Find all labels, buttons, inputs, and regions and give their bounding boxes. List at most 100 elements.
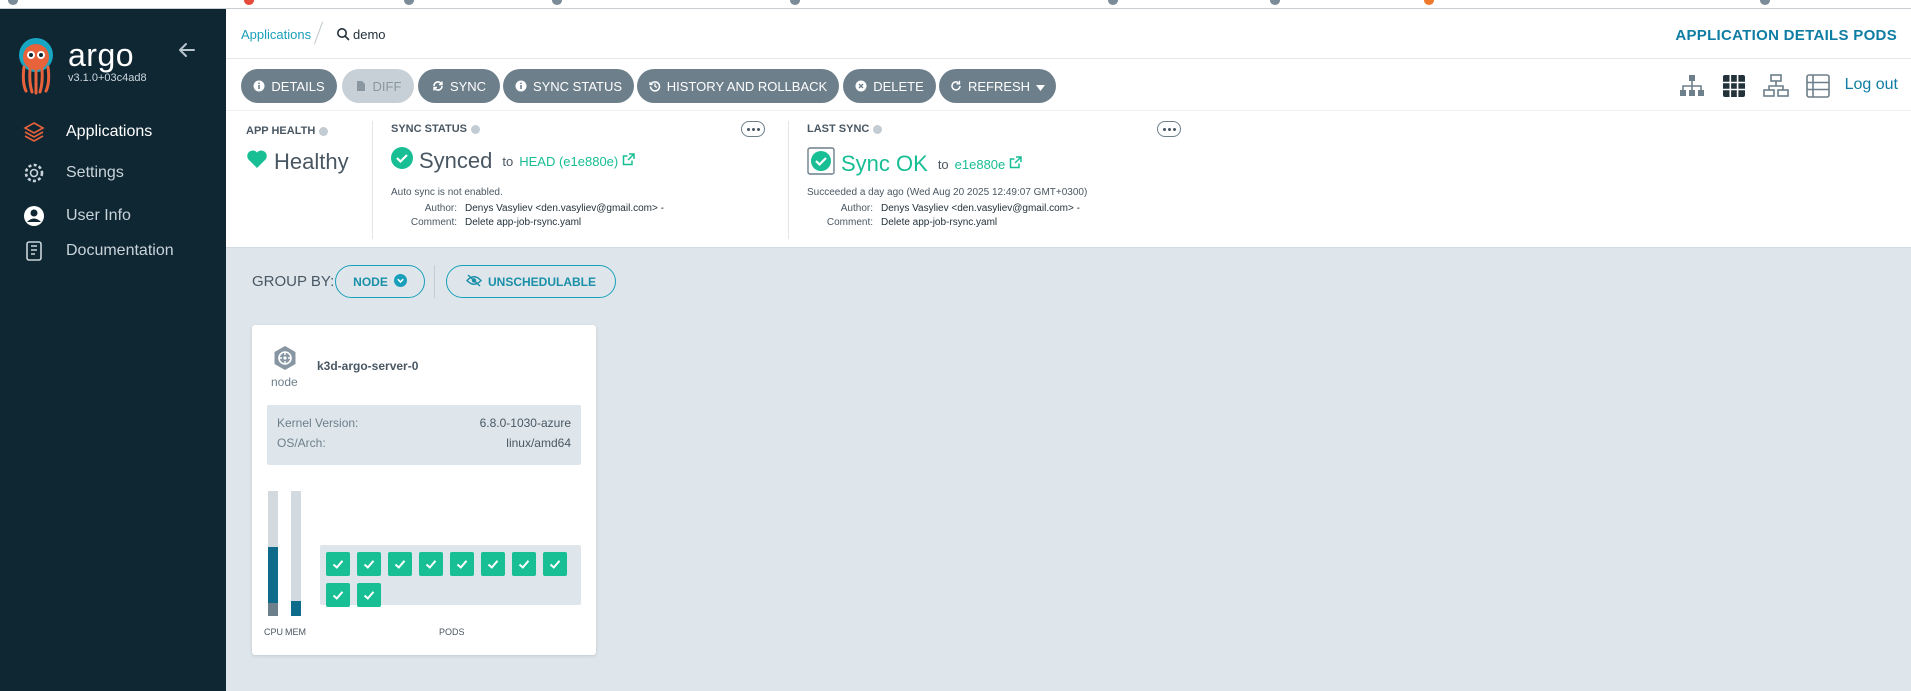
pod-tile[interactable] [419,552,443,576]
tree-view-icon[interactable] [1678,73,1706,99]
pod-tile[interactable] [450,552,474,576]
gear-icon [22,161,46,185]
sync-button[interactable]: SYNC [418,69,500,103]
help-icon[interactable] [873,124,883,134]
pod-tile[interactable] [388,552,412,576]
node-card: node k3d-argo-server-0 Kernel Version: 6… [252,325,596,655]
chevron-down-icon [393,273,407,290]
book-icon [22,239,46,263]
sync-comment-row: Comment: Delete app-job-rsync.yaml [391,217,581,228]
layers-icon [22,120,46,144]
breadcrumb-current-app[interactable]: demo [353,27,386,42]
node-name[interactable]: k3d-argo-server-0 [317,359,418,373]
check-icon [394,560,406,569]
logout-link[interactable]: Log out [1845,76,1898,94]
diff-label: DIFF [372,78,402,94]
sidebar-item-settings[interactable]: Settings [0,156,226,190]
memory-usage-fill [291,601,301,616]
history-icon [649,80,661,92]
sync-status-label: SYNC STATUS [532,78,623,94]
sync-status-button[interactable]: SYNC STATUS [503,69,634,103]
collapse-sidebar-arrow-icon[interactable] [176,39,198,61]
browser-tab-strip [0,0,1911,9]
unschedulable-filter-button[interactable]: UNSCHEDULABLE [446,265,616,298]
pod-tile[interactable] [326,583,350,607]
sync-status-more-button[interactable] [741,121,765,137]
external-link-icon [622,153,635,169]
cpu-usage-bar[interactable] [268,491,278,616]
divider [372,121,373,239]
status-panel: APP HEALTH Healthy SYNC STATUS Synced to… [226,111,1911,248]
pod-tile[interactable] [543,552,567,576]
delete-button[interactable]: DELETE [843,69,936,103]
pods-grid [320,545,581,607]
kernel-version-value: 6.8.0-1030-azure [479,416,571,430]
cpu-label: CPU [264,627,284,637]
os-arch-row: OS/Arch: linux/amd64 [277,436,571,450]
pod-tile[interactable] [481,552,505,576]
auto-sync-note: Auto sync is not enabled. [391,187,503,198]
last-sync-comment-row: Comment: Delete app-job-rsync.yaml [807,217,997,228]
os-arch-label: OS/Arch: [277,436,326,450]
diff-button[interactable]: DIFF [342,69,414,103]
network-view-icon[interactable] [1762,73,1790,99]
comment-label: Comment: [410,217,457,228]
caret-down-icon [1036,79,1046,94]
toolbar: DETAILS DIFF SYNC SYNC STATUS HISTORY AN… [226,59,1911,111]
search-icon [336,27,350,41]
history-rollback-button[interactable]: HISTORY AND ROLLBACK [637,69,839,103]
details-label: DETAILS [271,78,325,94]
sidebar-item-label: Settings [66,164,124,181]
user-icon [22,204,46,228]
to-label: to [937,156,949,172]
pods-grid-view-icon[interactable] [1720,73,1748,99]
sync-revision-link[interactable]: HEAD (e1e880e) [519,153,635,169]
pod-tile[interactable] [357,552,381,576]
eye-slash-icon [466,273,482,290]
check-icon [487,560,499,569]
refresh-button[interactable]: REFRESH [939,69,1056,103]
help-icon[interactable] [471,124,480,134]
pod-tile[interactable] [326,552,350,576]
pod-tile[interactable] [357,583,381,607]
check-icon [363,560,375,569]
history-label: HISTORY AND ROLLBACK [666,78,828,94]
last-sync-succeeded-text: Succeeded a day ago (Wed Aug 20 2025 12:… [807,187,1088,198]
details-button[interactable]: DETAILS [241,69,337,103]
author-value: Denys Vasyliev <den.vasyliev@gmail.com> … [465,203,664,214]
breadcrumb-applications[interactable]: Applications [241,27,311,42]
sidebar-item-user-info[interactable]: User Info [0,199,226,233]
last-sync-value: Sync OK to e1e880e [807,147,1023,181]
author-label: Author: [424,203,457,214]
pod-tile[interactable] [512,552,536,576]
sidebar-item-applications[interactable]: Applications [0,115,226,149]
check-circle-icon [391,147,413,175]
sync-status-text: Synced [419,148,493,173]
sync-status-heading: SYNC STATUS [391,123,480,135]
group-by-node-dropdown[interactable]: NODE [335,265,425,298]
check-icon [363,591,375,600]
revision-text: e1e880e [954,156,1006,172]
author-label: Author: [840,203,873,214]
help-icon[interactable] [319,126,329,136]
last-sync-status-text: Sync OK [841,151,928,176]
sync-author-row: Author: Denys Vasyliev <den.vasyliev@gma… [391,203,664,214]
memory-usage-bar[interactable] [291,491,301,616]
info-icon [253,80,265,92]
breadcrumb-separator [313,21,324,45]
last-sync-more-button[interactable] [1157,121,1181,137]
list-view-icon[interactable] [1804,73,1832,99]
kernel-version-row: Kernel Version: 6.8.0-1030-azure [277,416,571,430]
refresh-label: REFRESH [967,78,1031,94]
last-sync-revision-link[interactable]: e1e880e [955,156,1023,172]
check-icon [518,560,530,569]
check-square-icon [807,147,835,181]
sidebar-item-documentation[interactable]: Documentation [0,234,226,268]
app-health-heading: APP HEALTH [246,125,329,137]
sync-status-section-label: SYNC STATUS [391,123,467,135]
unschedulable-label: UNSCHEDULABLE [488,274,596,289]
to-label: to [502,153,514,169]
app-health-status: Healthy [246,149,349,175]
file-icon [355,80,367,92]
os-arch-value: linux/amd64 [506,436,571,450]
